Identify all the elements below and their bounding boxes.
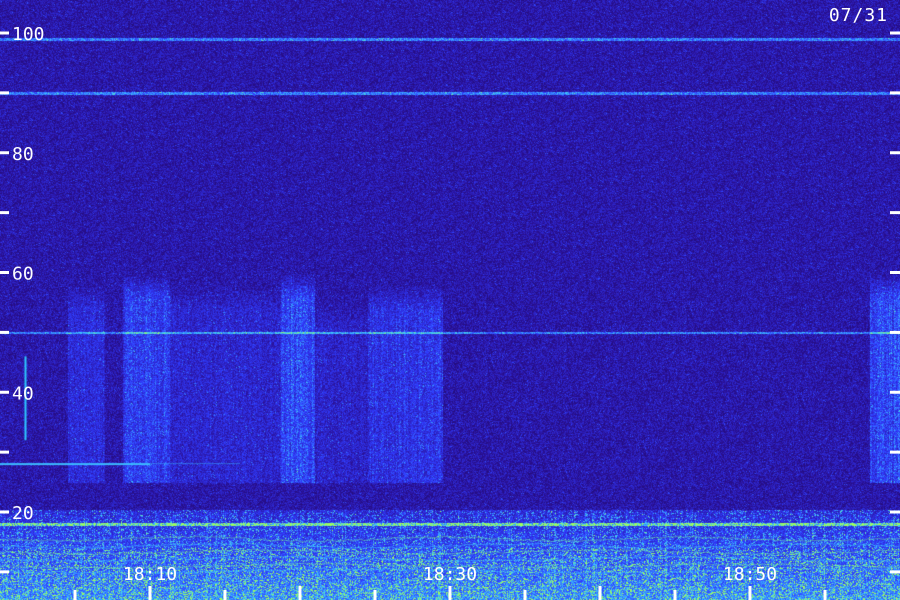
- axes-overlay: 20 40 60 80 100 18:10 18:30 18:50: [0, 24, 900, 600]
- y-tick-label-80: 80: [12, 144, 34, 165]
- y-tick-label-20: 20: [12, 503, 34, 524]
- y-tick-label-60: 60: [12, 264, 34, 285]
- date-label: 07/31: [828, 5, 888, 26]
- x-tick-label-1830: 18:30: [423, 564, 477, 585]
- y-tick-label-100: 100: [12, 24, 45, 45]
- spectrogram: 20 40 60 80 100 18:10 18:30 18:50 07/31: [0, 0, 900, 600]
- y-tick-label-40: 40: [12, 383, 34, 404]
- x-tick-label-1810: 18:10: [123, 564, 177, 585]
- x-tick-label-1850: 18:50: [723, 564, 777, 585]
